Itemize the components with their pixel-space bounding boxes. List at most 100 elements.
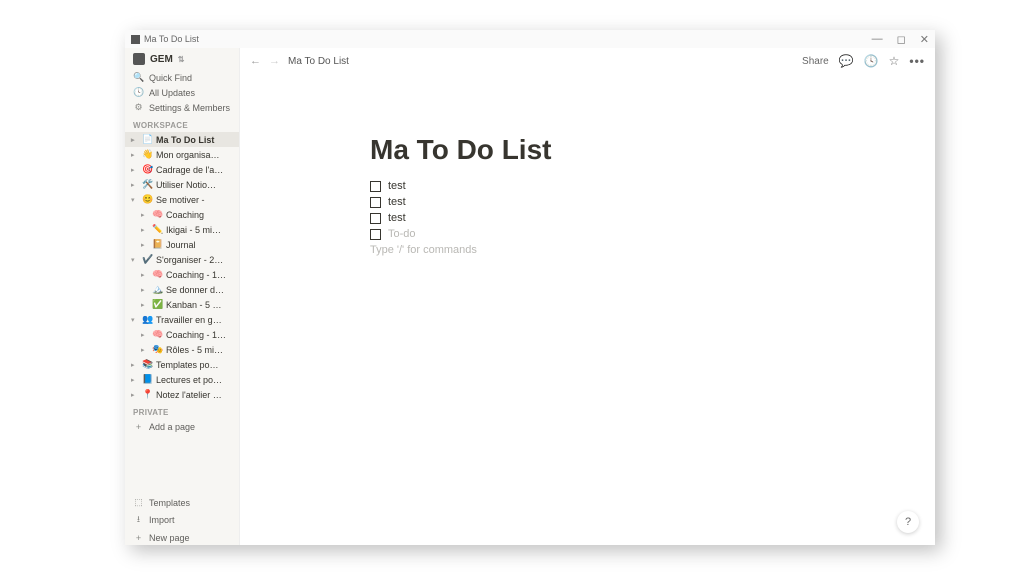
page-name-label: Travailler en g… xyxy=(156,315,235,325)
sidebar-page-item[interactable]: ▸✅Kanban - 5 … xyxy=(125,297,239,312)
sidebar-page-item[interactable]: ▸🧠Coaching xyxy=(125,207,239,222)
caret-icon[interactable]: ▸ xyxy=(141,271,149,279)
caret-icon[interactable]: ▸ xyxy=(141,331,149,339)
page-body[interactable]: Ma To Do List testtesttestTo-do Type '/'… xyxy=(240,74,935,545)
page-emoji-icon: 🧠 xyxy=(152,329,163,340)
caret-icon[interactable]: ▸ xyxy=(131,151,139,159)
close-button[interactable]: ✕ xyxy=(920,33,929,46)
import-button[interactable]: ⭳ Import xyxy=(125,510,239,530)
page-emoji-icon: 📚 xyxy=(142,359,153,370)
caret-icon[interactable]: ▾ xyxy=(131,196,139,204)
window-controls: — ◻ ✕ xyxy=(872,33,929,46)
caret-icon[interactable]: ▸ xyxy=(131,376,139,384)
caret-icon[interactable]: ▾ xyxy=(131,256,139,264)
new-page-button[interactable]: + New page xyxy=(125,530,239,545)
page-emoji-icon: 🛠️ xyxy=(142,179,153,190)
todo-checkbox[interactable] xyxy=(370,229,381,240)
page-emoji-icon: 📍 xyxy=(142,389,153,400)
caret-icon[interactable]: ▸ xyxy=(131,391,139,399)
sidebar-page-item[interactable]: ▸🎭Rôles - 5 mi… xyxy=(125,342,239,357)
sidebar-page-item[interactable]: ▸🎯Cadrage de l'a… xyxy=(125,162,239,177)
page-name-label: Notez l'atelier … xyxy=(156,390,235,400)
caret-icon[interactable]: ▸ xyxy=(131,361,139,369)
templates-button[interactable]: ⬚ Templates xyxy=(125,495,239,510)
sidebar-page-item[interactable]: ▸🧠Coaching - 1… xyxy=(125,267,239,282)
caret-icon[interactable]: ▸ xyxy=(141,226,149,234)
search-icon: 🔍 xyxy=(133,72,144,83)
chevron-updown-icon: ⇅ xyxy=(178,55,185,64)
caret-icon[interactable]: ▸ xyxy=(131,136,139,144)
sidebar-page-item[interactable]: ▸📘Lectures et po… xyxy=(125,372,239,387)
page-emoji-icon: 📄 xyxy=(142,134,153,145)
page-name-label: Kanban - 5 … xyxy=(166,300,235,310)
sidebar-page-item[interactable]: ▸✏️Ikigai - 5 mi… xyxy=(125,222,239,237)
sidebar-page-item[interactable]: ▸🛠️Utiliser Notio… xyxy=(125,177,239,192)
caret-icon[interactable]: ▸ xyxy=(141,346,149,354)
breadcrumb[interactable]: Ma To Do List xyxy=(288,56,349,67)
topbar: ← → Ma To Do List Share 💬 🕓 ☆ ••• xyxy=(240,48,935,74)
quick-find-button[interactable]: 🔍 Quick Find xyxy=(125,70,239,85)
sidebar-page-item[interactable]: ▸📔Journal xyxy=(125,237,239,252)
todo-text[interactable]: test xyxy=(388,196,406,208)
caret-icon[interactable]: ▸ xyxy=(141,211,149,219)
comments-icon[interactable]: 💬 xyxy=(839,54,854,68)
page-name-label: Coaching - 1… xyxy=(166,270,235,280)
titlebar: Ma To Do List — ◻ ✕ xyxy=(125,30,935,48)
caret-icon[interactable]: ▸ xyxy=(131,181,139,189)
todo-checkbox[interactable] xyxy=(370,181,381,192)
more-icon[interactable]: ••• xyxy=(909,54,925,68)
import-label: Import xyxy=(149,515,175,525)
caret-icon[interactable]: ▸ xyxy=(141,286,149,294)
help-button[interactable]: ? xyxy=(897,511,919,533)
todo-checkbox[interactable] xyxy=(370,213,381,224)
caret-icon[interactable]: ▸ xyxy=(141,301,149,309)
topbar-left: ← → Ma To Do List xyxy=(250,55,349,67)
updates-icon[interactable]: 🕓 xyxy=(864,54,879,68)
sidebar-page-item[interactable]: ▸📚Templates po… xyxy=(125,357,239,372)
todo-text[interactable]: test xyxy=(388,180,406,192)
main-area: GEM ⇅ 🔍 Quick Find 🕓 All Updates ⚙ Setti… xyxy=(125,48,935,545)
sidebar-page-item[interactable]: ▸📍Notez l'atelier … xyxy=(125,387,239,402)
todo-text[interactable]: To-do xyxy=(388,228,416,240)
workspace-switcher[interactable]: GEM ⇅ xyxy=(125,48,239,70)
caret-icon[interactable]: ▸ xyxy=(141,241,149,249)
caret-icon[interactable]: ▾ xyxy=(131,316,139,324)
sidebar-page-item[interactable]: ▸📄Ma To Do List xyxy=(125,132,239,147)
all-updates-button[interactable]: 🕓 All Updates xyxy=(125,85,239,100)
sidebar-page-item[interactable]: ▸🧠Coaching - 1… xyxy=(125,327,239,342)
todo-item[interactable]: test xyxy=(370,212,935,224)
minimize-button[interactable]: — xyxy=(872,33,883,46)
back-button[interactable]: ← xyxy=(250,55,261,67)
sidebar-page-item[interactable]: ▸👋Mon organisa… xyxy=(125,147,239,162)
add-page-button[interactable]: + Add a page xyxy=(125,419,239,434)
caret-icon[interactable]: ▸ xyxy=(131,166,139,174)
private-section-label: PRIVATE xyxy=(125,402,239,419)
sidebar-page-item[interactable]: ▸🏔️Se donner d… xyxy=(125,282,239,297)
todo-item[interactable]: test xyxy=(370,180,935,192)
maximize-button[interactable]: ◻ xyxy=(897,33,906,46)
todo-checkbox[interactable] xyxy=(370,197,381,208)
page-emoji-icon: 🎯 xyxy=(142,164,153,175)
page-name-label: Ikigai - 5 mi… xyxy=(166,225,235,235)
gear-icon: ⚙ xyxy=(133,102,144,113)
sidebar-bottom: ⬚ Templates ⭳ Import + New page xyxy=(125,495,239,545)
page-name-label: Ma To Do List xyxy=(156,135,235,145)
sidebar-page-item[interactable]: ▾👥Travailler en g… xyxy=(125,312,239,327)
todo-text[interactable]: test xyxy=(388,212,406,224)
todo-item[interactable]: To-do xyxy=(370,228,935,240)
forward-button[interactable]: → xyxy=(269,55,280,67)
page-emoji-icon: ✏️ xyxy=(152,224,163,235)
page-emoji-icon: 📔 xyxy=(152,239,163,250)
favorite-icon[interactable]: ☆ xyxy=(889,54,900,68)
share-button[interactable]: Share xyxy=(802,56,829,67)
settings-label: Settings & Members xyxy=(149,103,230,113)
todo-item[interactable]: test xyxy=(370,196,935,208)
sidebar-page-item[interactable]: ▾✔️S'organiser - 2… xyxy=(125,252,239,267)
content-area: ← → Ma To Do List Share 💬 🕓 ☆ ••• Ma To … xyxy=(240,48,935,545)
app-window: Ma To Do List — ◻ ✕ GEM ⇅ 🔍 Quick Find 🕓… xyxy=(125,30,935,545)
plus-icon: + xyxy=(133,533,144,543)
settings-button[interactable]: ⚙ Settings & Members xyxy=(125,100,239,115)
titlebar-left: Ma To Do List xyxy=(131,34,199,44)
sidebar-page-item[interactable]: ▾😊Se motiver - xyxy=(125,192,239,207)
page-title[interactable]: Ma To Do List xyxy=(370,134,935,166)
